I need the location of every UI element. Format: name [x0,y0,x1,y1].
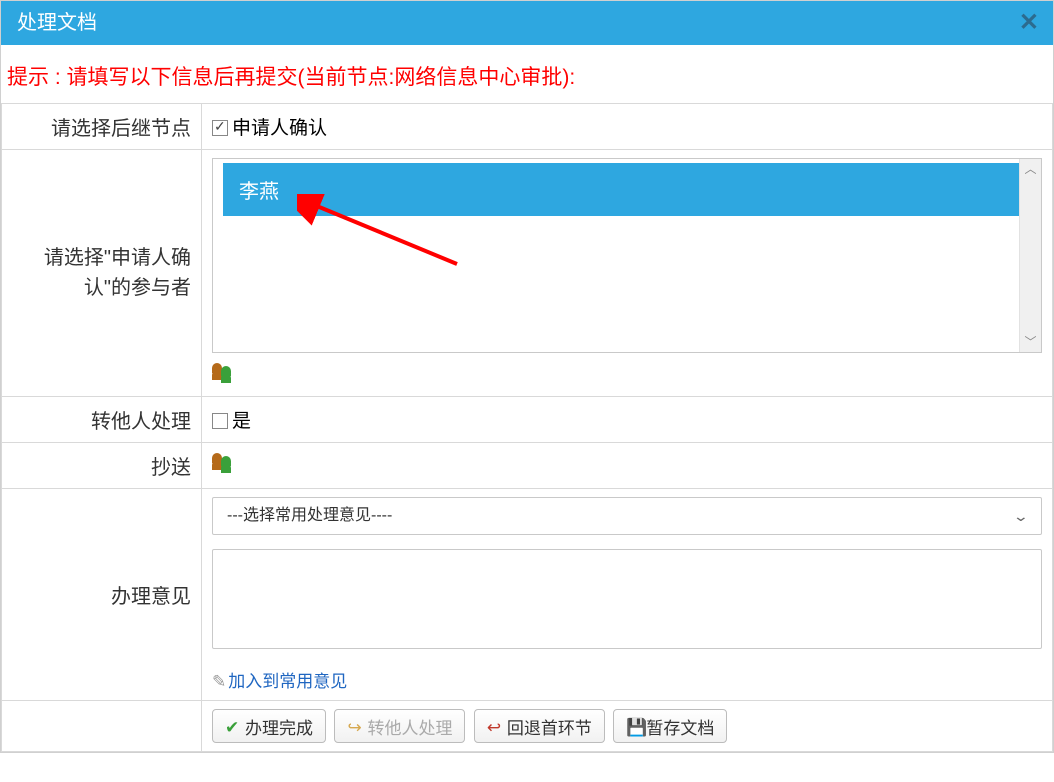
close-icon[interactable]: ✕ [1019,1,1039,45]
people-picker-icon[interactable] [212,363,234,383]
participant-item[interactable]: 李燕 [223,163,1037,216]
undo-icon: ↩ [487,718,503,734]
next-node-cell: 申请人确认 [202,104,1053,150]
opinion-label: 办理意见 [2,489,202,701]
hint-text: 提示 : 请填写以下信息后再提交(当前节点:网络信息中心审批): [1,45,1053,103]
check-icon: ✔ [225,718,241,734]
add-common-opinion-link[interactable]: ✎加入到常用意见 [212,667,1042,692]
cc-cell [202,443,1053,489]
opinion-textarea[interactable] [212,549,1042,649]
cc-label: 抄送 [2,443,202,489]
opinion-select[interactable]: ---选择常用处理意见---- ⌄ [212,497,1042,535]
dialog-titlebar: 处理文档 ✕ [1,1,1053,45]
forward-checkbox[interactable] [212,413,228,429]
complete-button-label: 办理完成 [245,714,313,739]
save-icon: 💾 [626,718,642,734]
scroll-up-icon[interactable]: ︿ [1020,159,1041,179]
actions-label-empty [2,701,202,752]
opinion-select-placeholder: ---选择常用处理意见---- [227,498,392,534]
opinion-cell: ---选择常用处理意见---- ⌄ ✎加入到常用意见 [202,489,1053,701]
form-table: 请选择后继节点 申请人确认 请选择"申请人确认"的参与者 李燕 ︿ ﹀ [1,103,1053,752]
scroll-down-icon[interactable]: ﹀ [1020,332,1041,352]
add-common-opinion-text: 加入到常用意见 [228,672,347,691]
chevron-down-icon: ⌄ [1013,498,1029,534]
next-node-option-text: 申请人确认 [232,118,327,139]
forward-button[interactable]: ↪ 转他人处理 [334,709,465,743]
participants-label: 请选择"申请人确认"的参与者 [2,150,202,397]
dialog-title: 处理文档 [17,12,97,34]
next-node-label: 请选择后继节点 [2,104,202,150]
forward-button-label: 转他人处理 [367,714,452,739]
pencil-icon: ✎ [212,672,226,691]
forward-label: 转他人处理 [2,397,202,443]
participants-listbox[interactable]: 李燕 ︿ ﹀ [212,158,1042,353]
forward-icon: ↪ [347,718,363,734]
forward-cell: 是 [202,397,1053,443]
cc-people-picker-icon[interactable] [212,453,234,473]
next-node-checkbox[interactable] [212,120,228,136]
forward-option-text: 是 [232,411,251,432]
complete-button[interactable]: ✔ 办理完成 [212,709,326,743]
actions-cell: ✔ 办理完成 ↪ 转他人处理 ↩ 回退首环节 💾 暂存文档 [202,701,1053,752]
process-document-dialog: 处理文档 ✕ 提示 : 请填写以下信息后再提交(当前节点:网络信息中心审批): … [0,0,1054,753]
save-draft-button[interactable]: 💾 暂存文档 [613,709,727,743]
listbox-scrollbar[interactable]: ︿ ﹀ [1019,159,1041,352]
participants-cell: 李燕 ︿ ﹀ [202,150,1053,397]
rollback-button[interactable]: ↩ 回退首环节 [474,709,605,743]
rollback-button-label: 回退首环节 [507,714,592,739]
save-draft-button-label: 暂存文档 [646,714,714,739]
